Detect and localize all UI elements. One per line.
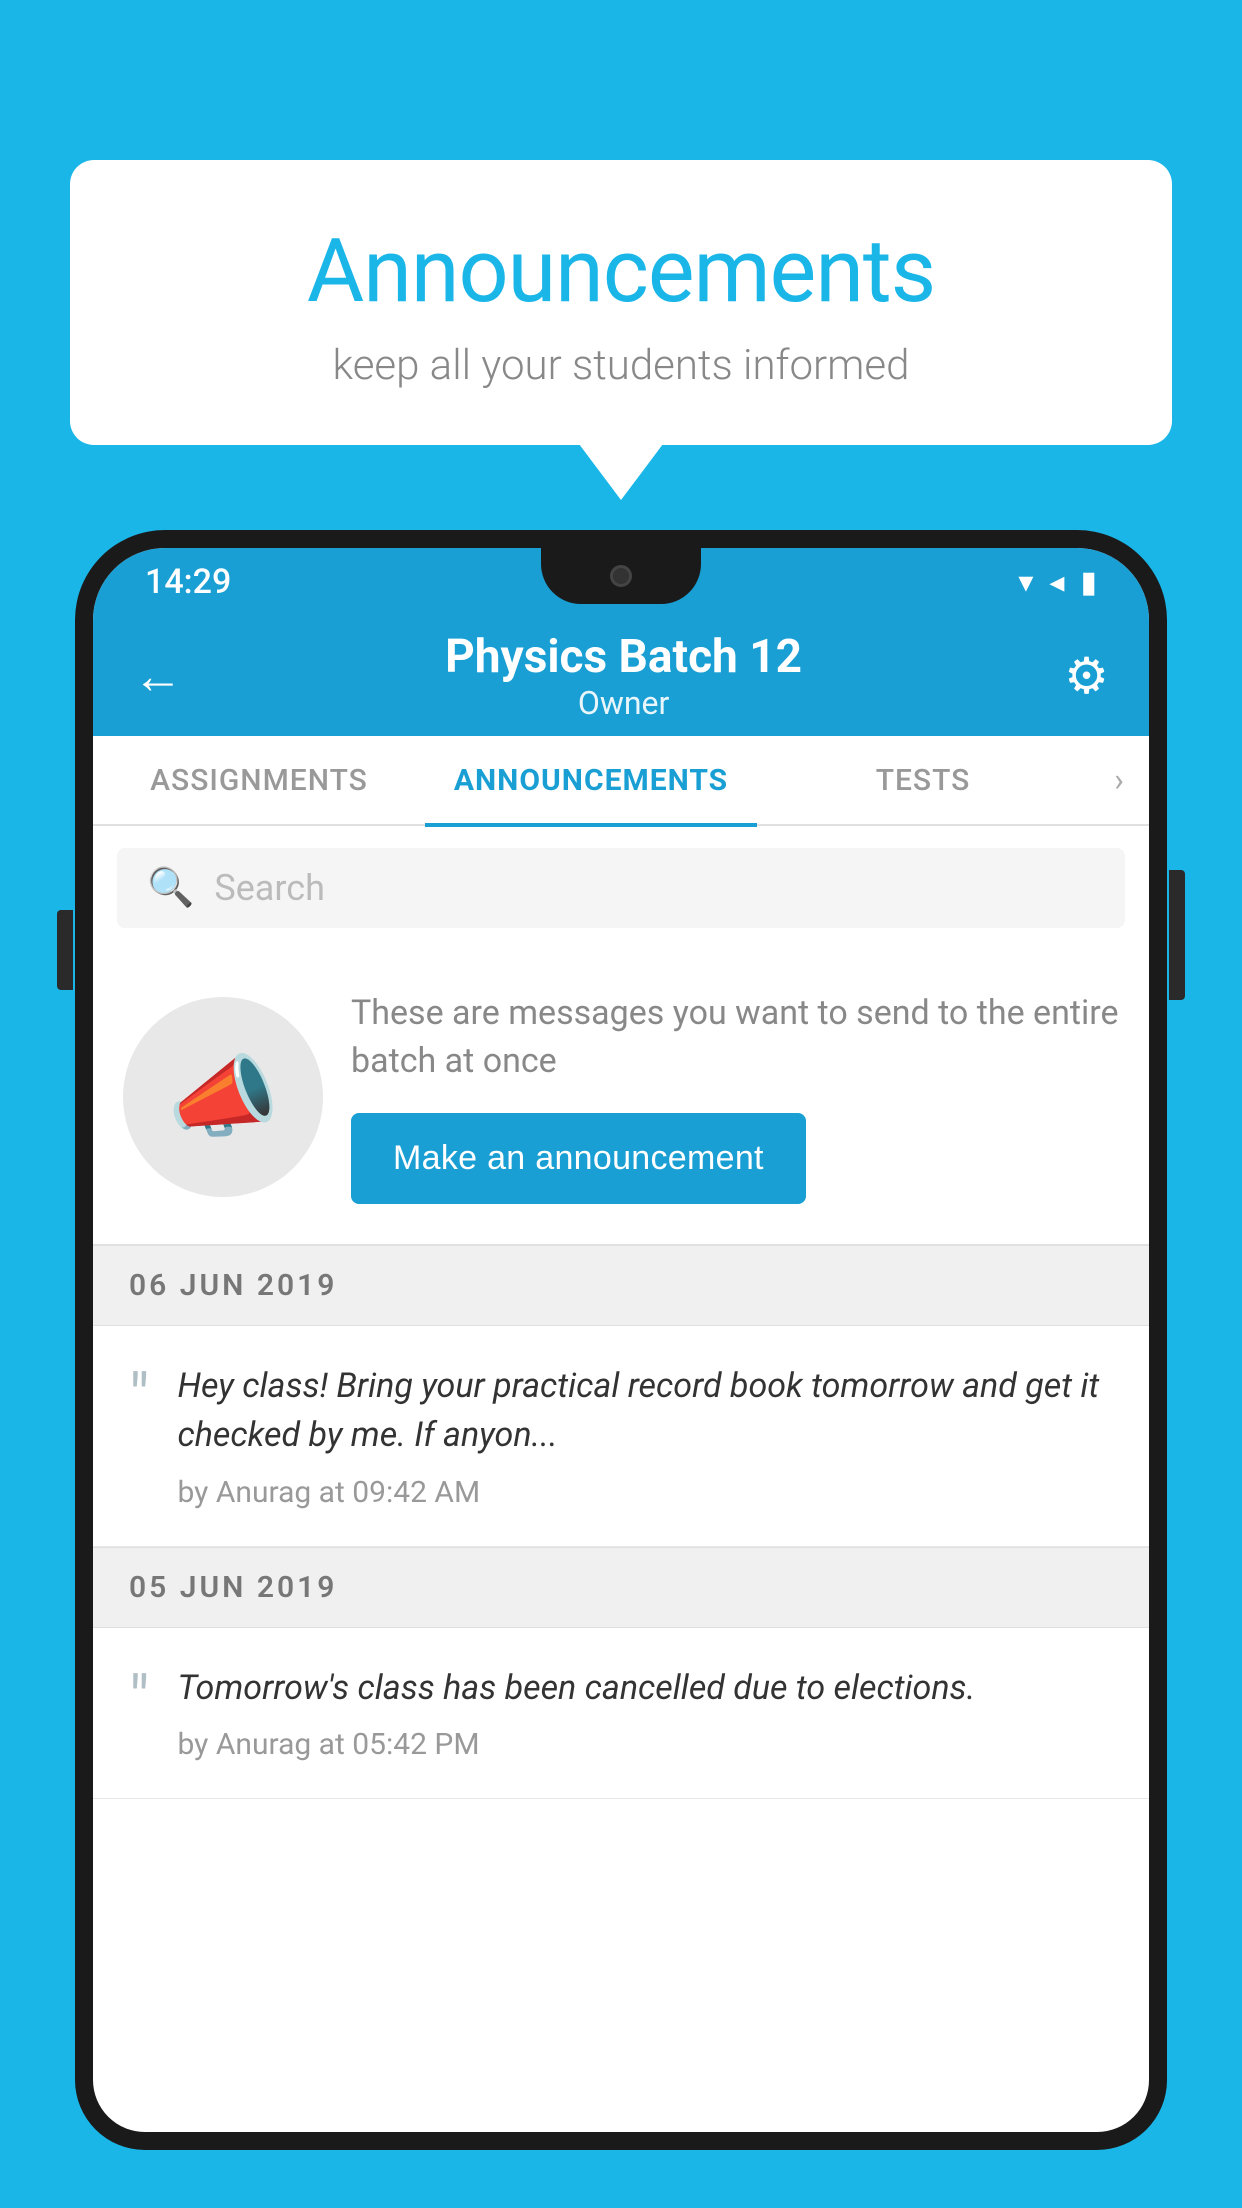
battery-icon: ▮ [1080,565,1097,600]
phone-screen: 14:29 ▾ ◂ ▮ ← Physics Batch 12 Owner ⚙ [93,548,1149,2132]
search-container: 🔍 Search [93,826,1149,950]
app-bar-subtitle: Owner [445,684,802,722]
search-box[interactable]: 🔍 Search [117,848,1125,928]
announcement-text-2: Tomorrow's class has been cancelled due … [178,1664,1120,1713]
app-bar-title: Physics Batch 12 [445,630,802,684]
date-label-1: 06 JUN 2019 [129,1268,337,1303]
wifi-icon: ▾ [1018,565,1033,600]
app-bar-center: Physics Batch 12 Owner [445,630,802,722]
phone-outer: 14:29 ▾ ◂ ▮ ← Physics Batch 12 Owner ⚙ [75,530,1167,2150]
announcement-meta-2: by Anurag at 05:42 PM [178,1727,1120,1762]
notch [541,548,701,604]
tabs-bar: ASSIGNMENTS ANNOUNCEMENTS TESTS › [93,736,1149,826]
back-button[interactable]: ← [133,647,183,706]
signal-icon: ◂ [1049,565,1064,600]
status-bar: 14:29 ▾ ◂ ▮ [93,548,1149,616]
date-label-2: 05 JUN 2019 [129,1570,337,1605]
quote-icon-2: " [129,1668,150,1732]
bubble-subtitle: keep all your students informed [120,341,1122,390]
announcement-content-2: Tomorrow's class has been cancelled due … [178,1664,1120,1762]
search-icon: 🔍 [147,866,194,910]
status-icons: ▾ ◂ ▮ [1018,565,1097,600]
tab-more[interactable]: › [1089,761,1149,799]
announcement-content-1: Hey class! Bring your practical record b… [178,1362,1120,1510]
notch-camera [610,565,632,587]
tab-assignments[interactable]: ASSIGNMENTS [93,735,425,825]
app-bar: ← Physics Batch 12 Owner ⚙ [93,616,1149,736]
tab-tests[interactable]: TESTS [757,735,1089,825]
tab-announcements[interactable]: ANNOUNCEMENTS [425,735,757,825]
announcement-item-2[interactable]: " Tomorrow's class has been cancelled du… [93,1628,1149,1799]
announcement-item-1[interactable]: " Hey class! Bring your practical record… [93,1326,1149,1547]
date-section-2: 05 JUN 2019 [93,1547,1149,1628]
speech-bubble: Announcements keep all your students inf… [70,160,1172,445]
bubble-title: Announcements [120,220,1122,323]
speech-bubble-container: Announcements keep all your students inf… [70,160,1172,445]
promo-description: These are messages you want to send to t… [351,990,1119,1085]
phone-wrapper: 14:29 ▾ ◂ ▮ ← Physics Batch 12 Owner ⚙ [75,530,1167,2208]
announcement-meta-1: by Anurag at 09:42 AM [178,1475,1120,1510]
promo-section: 📣 These are messages you want to send to… [93,950,1149,1245]
announcement-icon-circle: 📣 [123,997,323,1197]
quote-icon-1: " [129,1366,150,1430]
make-announcement-button[interactable]: Make an announcement [351,1113,806,1204]
promo-content: These are messages you want to send to t… [351,990,1119,1204]
date-section-1: 06 JUN 2019 [93,1245,1149,1326]
announcement-text-1: Hey class! Bring your practical record b… [178,1362,1120,1461]
status-time: 14:29 [145,562,231,602]
search-input-placeholder[interactable]: Search [214,867,325,909]
settings-icon[interactable]: ⚙ [1064,647,1109,706]
megaphone-icon: 📣 [167,1045,279,1150]
